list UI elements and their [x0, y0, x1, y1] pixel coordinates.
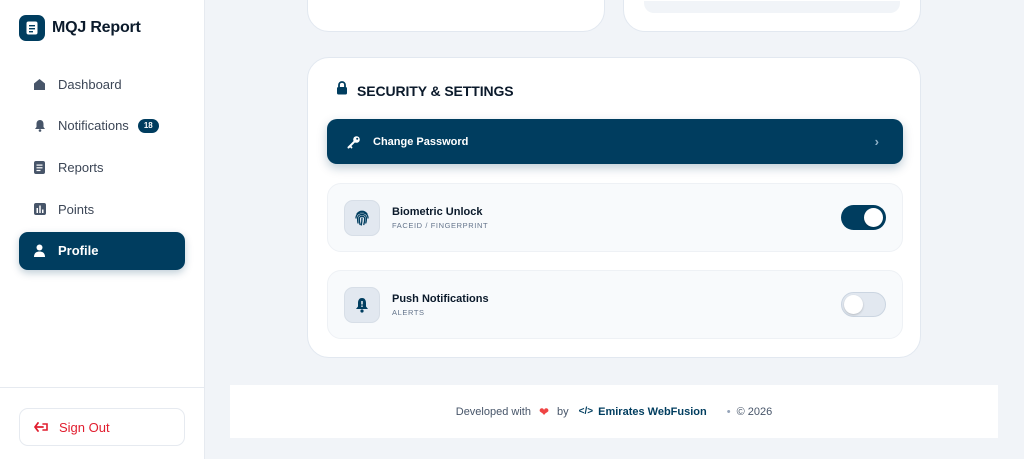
change-password-label: Change Password: [373, 135, 469, 148]
bell-icon: [344, 287, 380, 323]
sidebar-item-label: Dashboard: [58, 76, 122, 92]
sign-out-label: Sign Out: [59, 419, 110, 435]
push-notifications-label: Push Notifications: [392, 293, 489, 305]
brand[interactable]: MQJ Report: [19, 15, 141, 41]
developed-with-text: Developed with: [455, 405, 531, 418]
settings-title: SECURITY & SETTINGS: [357, 82, 514, 99]
sidebar-item-reports[interactable]: Reports: [19, 148, 185, 186]
biometric-unlock-sub: FACEID / FINGERPRINT: [392, 221, 489, 230]
footer-separator: •: [726, 405, 731, 418]
change-password-button[interactable]: Change Password ›: [327, 119, 903, 164]
brand-title: MQJ Report: [52, 19, 141, 36]
key-icon: [347, 135, 361, 149]
chevron-right-icon: ›: [874, 134, 879, 149]
fingerprint-icon: [344, 200, 380, 236]
by-text: by: [557, 405, 569, 418]
copyright-year: © 2026: [736, 405, 773, 418]
report-icon: [33, 160, 46, 174]
sidebar-item-label: Points: [58, 201, 95, 217]
page-footer: Developed with ❤ by </> Emirates WebFusi…: [230, 385, 998, 438]
sidebar-item-points[interactable]: Points: [19, 190, 185, 228]
bar-chart-icon: [33, 203, 46, 216]
company-link[interactable]: Emirates WebFusion: [598, 406, 707, 418]
lock-icon: [335, 81, 349, 100]
report-logo-icon: [19, 15, 45, 41]
biometric-unlock-label: Biometric Unlock: [392, 206, 483, 218]
settings-header: SECURITY & SETTINGS: [335, 81, 514, 100]
sidebar: MQJ Report Dashboard Notifications 18 Re…: [0, 0, 205, 459]
sidebar-item-label: Reports: [58, 159, 104, 175]
sidebar-item-profile[interactable]: Profile: [19, 231, 185, 270]
sidebar-item-dashboard[interactable]: Dashboard: [19, 65, 185, 103]
push-notifications-sub: ALERTS: [392, 308, 425, 317]
push-notifications-row: Push Notifications ALERTS: [327, 270, 903, 339]
biometric-unlock-row: Biometric Unlock FACEID / FINGERPRINT: [327, 183, 903, 252]
security-settings-card: SECURITY & SETTINGS Change Password › Bi…: [307, 57, 921, 358]
sidebar-nav: Dashboard Notifications 18 Reports Point…: [19, 65, 185, 273]
logout-icon: [34, 422, 48, 432]
biometric-unlock-toggle[interactable]: [841, 205, 886, 230]
push-notifications-toggle[interactable]: [841, 292, 886, 317]
toggle-knob: [844, 295, 863, 314]
user-icon: [33, 244, 46, 258]
home-icon: [33, 78, 46, 91]
sidebar-item-notifications[interactable]: Notifications 18: [19, 107, 185, 145]
heart-icon: ❤: [538, 404, 550, 419]
sidebar-item-label: Profile: [58, 243, 99, 259]
sidebar-item-label: Notifications: [58, 118, 129, 134]
sidebar-footer: Sign Out: [0, 387, 204, 459]
notification-count-badge: 18: [137, 118, 159, 133]
info-card-inner: [644, 1, 900, 13]
code-icon: </>: [578, 406, 594, 417]
sign-out-button[interactable]: Sign Out: [19, 408, 185, 446]
bell-icon: [33, 119, 46, 132]
profile-card-partial: [307, 0, 605, 32]
info-card-partial: [623, 0, 921, 32]
toggle-knob: [864, 208, 883, 227]
